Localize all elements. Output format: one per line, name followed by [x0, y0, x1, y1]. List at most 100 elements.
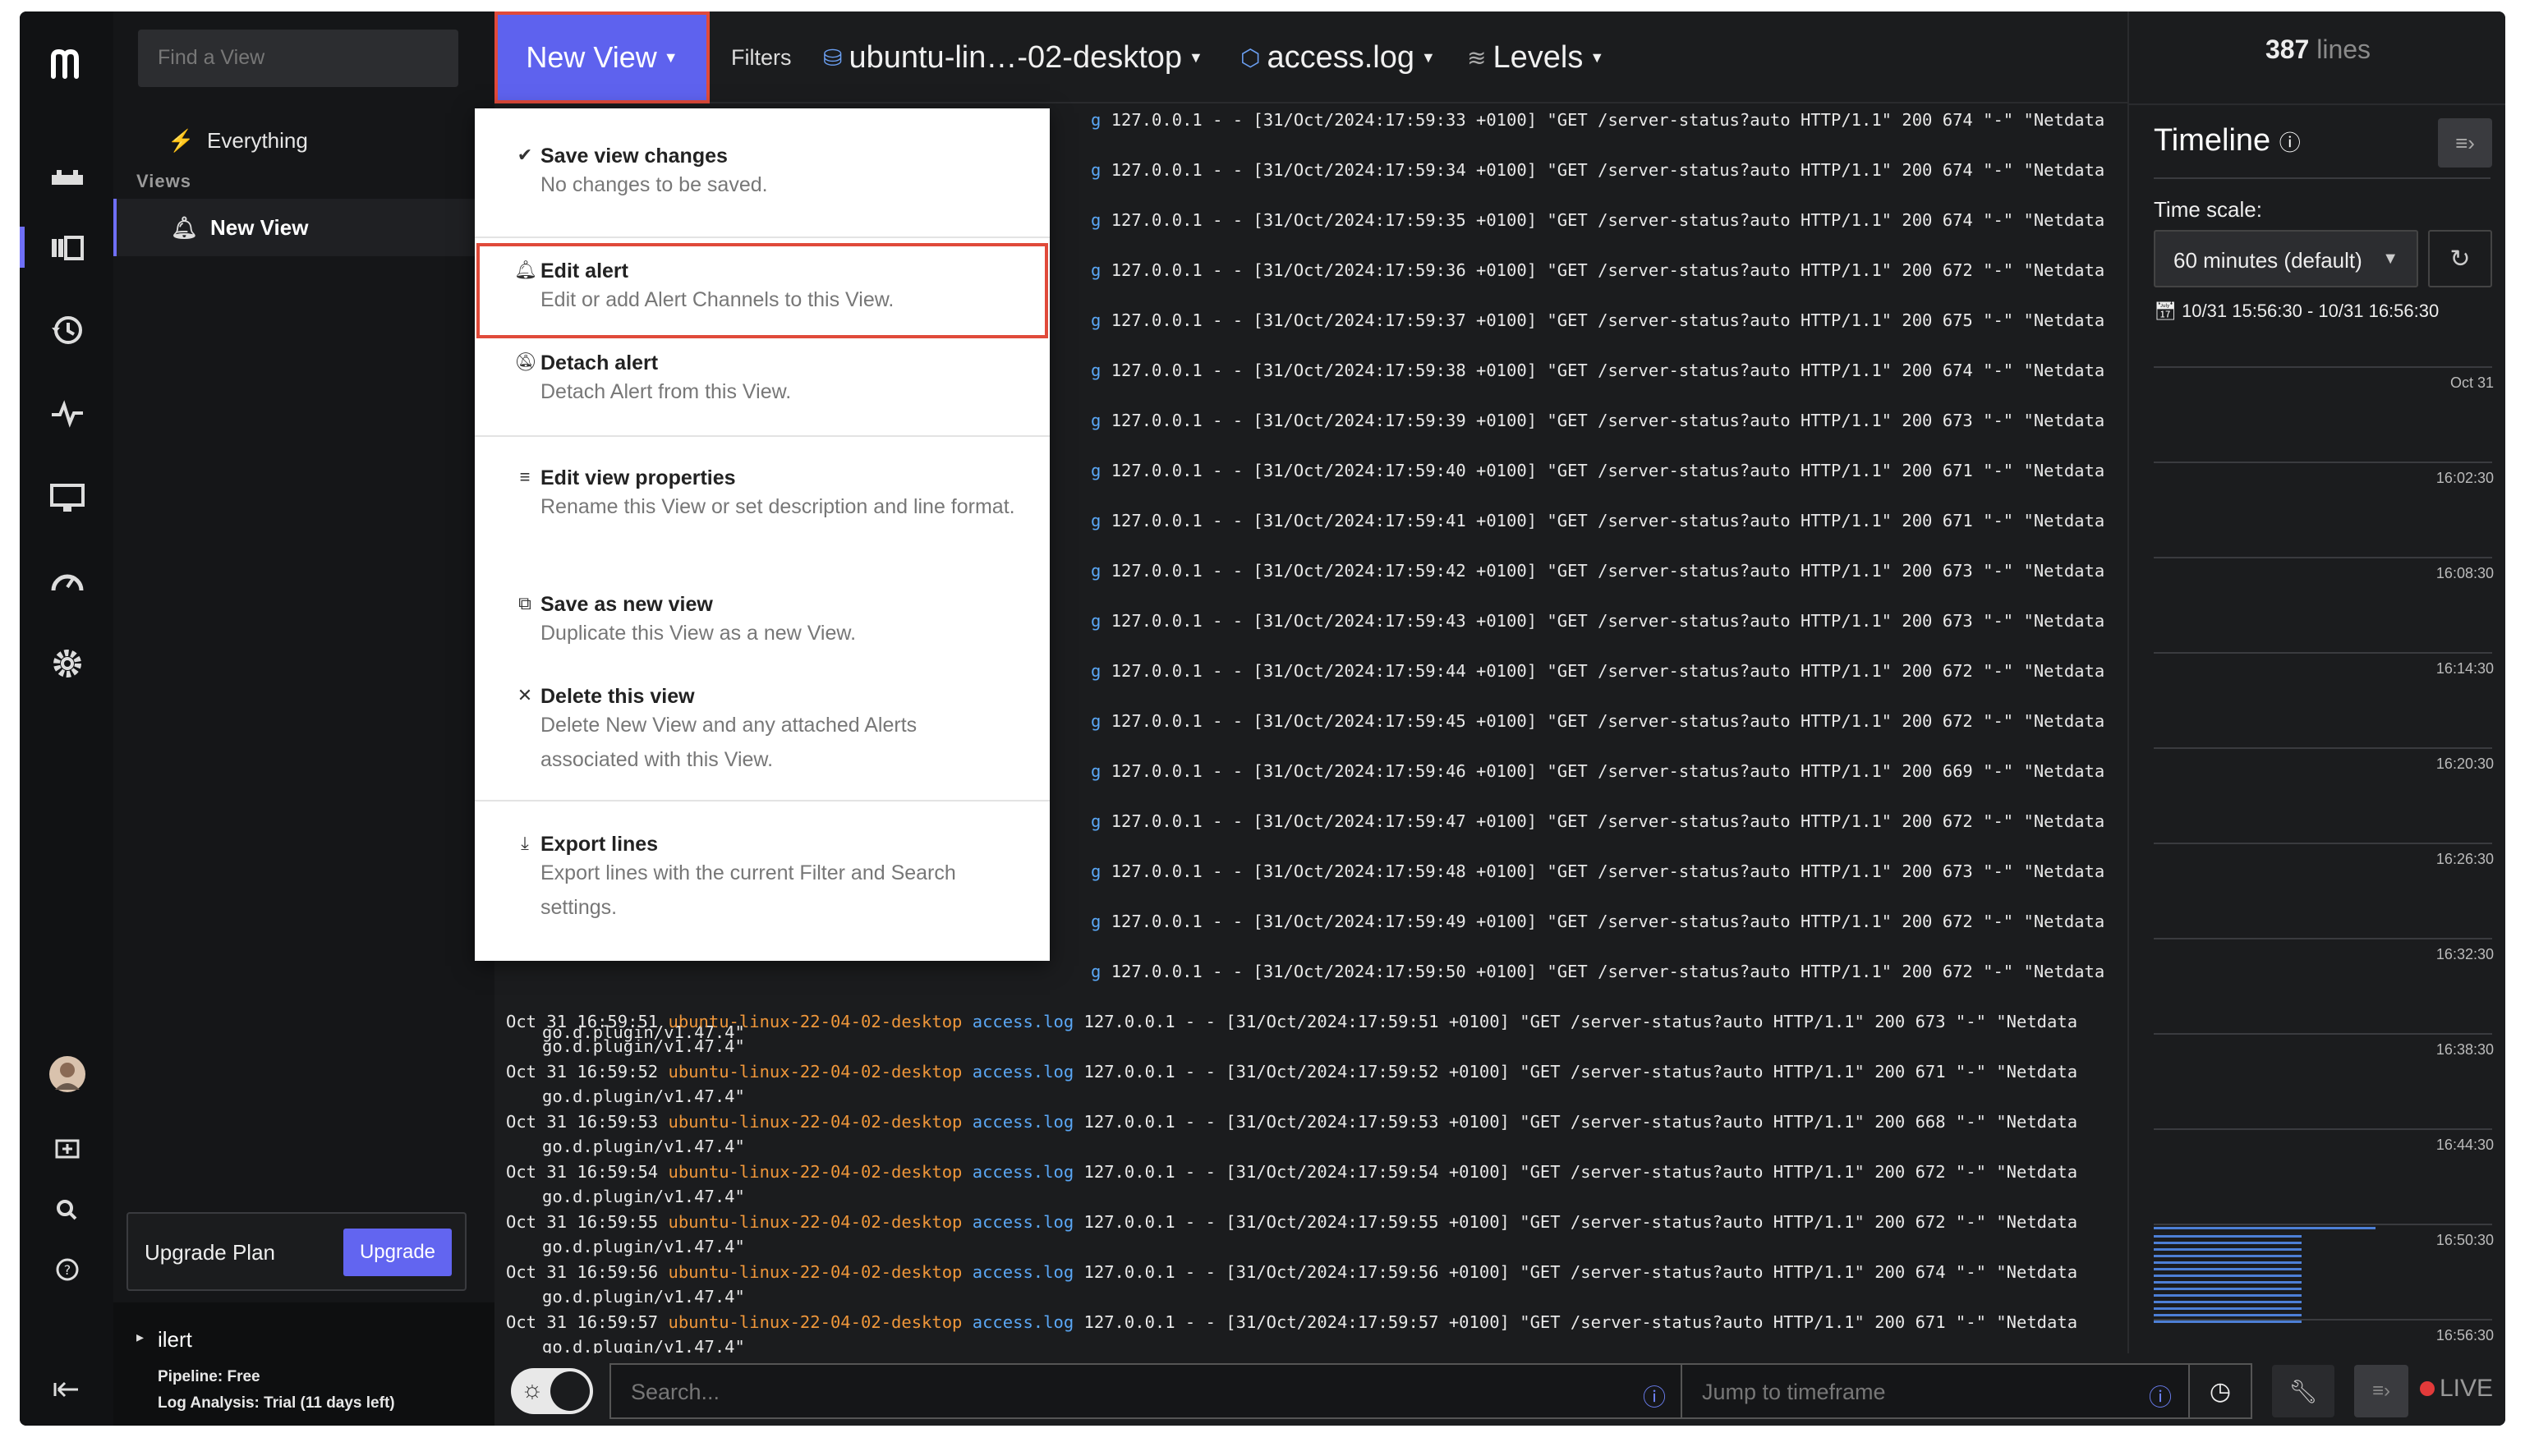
log-host[interactable]: ubuntu-linux-22-04-02-desktop: [668, 1312, 962, 1332]
log-row[interactable]: g 127.0.0.1 - - [31/Oct/2024:17:59:42 +0…: [1091, 561, 2127, 581]
refresh-button[interactable]: ↻: [2428, 230, 2492, 287]
log-host[interactable]: ubuntu-linux-22-04-02-desktop: [668, 1212, 962, 1232]
log-truncated-prefix: g: [1091, 711, 1102, 731]
views-heading: Views: [136, 171, 191, 191]
views-icon[interactable]: [44, 225, 90, 271]
log-row[interactable]: Oct 31 16:59:52 ubuntu-linux-22-04-02-de…: [506, 1062, 2127, 1082]
menu-item-edit-view-properties[interactable]: ≡ Edit view properties Rename this View or…: [475, 453, 1050, 532]
list-icon: ≡: [519, 466, 531, 487]
app-filter[interactable]: ⬡ access.log ▼: [1240, 11, 1436, 103]
filters-label: Filters: [731, 44, 792, 70]
log-row[interactable]: Oct 31 16:59:55 ubuntu-linux-22-04-02-de…: [506, 1212, 2127, 1232]
timeline-bar: [2154, 1314, 2302, 1316]
log-message: 127.0.0.1 - - [31/Oct/2024:17:59:44 +010…: [1111, 661, 2105, 681]
menu-item-delete-view[interactable]: ✕ Delete this view Delete New View and any…: [475, 672, 1050, 771]
collapse-sidebar-icon[interactable]: [44, 1366, 90, 1412]
timeline-toggle-button[interactable]: ≡›: [2438, 118, 2492, 168]
tools-button[interactable]: 🔧︎: [2272, 1365, 2334, 1417]
theme-toggle[interactable]: ☼: [511, 1368, 593, 1414]
time-scale-select[interactable]: 60 minutes (default) ▼: [2154, 230, 2418, 287]
list-icon: ≡›: [2372, 1380, 2390, 1402]
timeline-gridline: [2154, 557, 2492, 558]
log-row[interactable]: g 127.0.0.1 - - [31/Oct/2024:17:59:40 +0…: [1091, 461, 2127, 480]
log-app[interactable]: access.log: [973, 1012, 1074, 1031]
menu-divider: [475, 435, 1050, 437]
help-icon[interactable]: ?: [44, 1247, 90, 1293]
time-scale-value: 60 minutes (default): [2173, 248, 2362, 273]
activity-icon[interactable]: [44, 391, 90, 437]
log-row[interactable]: g 127.0.0.1 - - [31/Oct/2024:17:59:46 +0…: [1091, 761, 2127, 781]
timeline-panel-button[interactable]: ≡›: [2354, 1365, 2408, 1417]
upgrade-button[interactable]: Upgrade: [343, 1229, 452, 1276]
log-app[interactable]: access.log: [973, 1062, 1074, 1082]
log-row[interactable]: g 127.0.0.1 - - [31/Oct/2024:17:59:50 +0…: [1091, 962, 2127, 981]
log-row[interactable]: g 127.0.0.1 - - [31/Oct/2024:17:59:44 +0…: [1091, 661, 2127, 681]
log-row[interactable]: g 127.0.0.1 - - [31/Oct/2024:17:59:36 +0…: [1091, 260, 2127, 280]
log-row[interactable]: g 127.0.0.1 - - [31/Oct/2024:17:59:47 +0…: [1091, 811, 2127, 831]
log-row[interactable]: g 127.0.0.1 - - [31/Oct/2024:17:59:49 +0…: [1091, 912, 2127, 931]
pipeline-icon[interactable]: [44, 156, 90, 202]
help-icon[interactable]: ⓘ: [2279, 131, 2301, 155]
log-row[interactable]: g 127.0.0.1 - - [31/Oct/2024:17:59:39 +0…: [1091, 411, 2127, 430]
history-icon[interactable]: [44, 307, 90, 353]
log-truncated-prefix: g: [1091, 962, 1102, 981]
log-row[interactable]: Oct 31 16:59:53 ubuntu-linux-22-04-02-de…: [506, 1112, 2127, 1132]
log-host[interactable]: ubuntu-linux-22-04-02-desktop: [668, 1112, 962, 1132]
log-message: 127.0.0.1 - - [31/Oct/2024:17:59:43 +010…: [1111, 611, 2105, 631]
monitor-icon[interactable]: [44, 475, 90, 521]
log-row[interactable]: g 127.0.0.1 - - [31/Oct/2024:17:59:37 +0…: [1091, 310, 2127, 330]
log-row[interactable]: Oct 31 16:59:51 ubuntu-linux-22-04-02-de…: [506, 1012, 2127, 1031]
menu-item-export-lines[interactable]: ⤓ Export lines Export lines with the curre…: [475, 820, 1050, 919]
search-input[interactable]: Search... ⓘ: [609, 1363, 1682, 1419]
view-menu-button[interactable]: New View ▼: [494, 11, 710, 103]
settings-gear-icon[interactable]: [44, 641, 90, 687]
time-picker-button[interactable]: ◷: [2188, 1363, 2252, 1419]
log-row[interactable]: g 127.0.0.1 - - [31/Oct/2024:17:59:35 +0…: [1091, 210, 2127, 230]
log-host[interactable]: ubuntu-linux-22-04-02-desktop: [668, 1012, 962, 1031]
user-avatar[interactable]: [44, 1051, 90, 1097]
organization-name[interactable]: ilert: [158, 1327, 192, 1353]
log-app[interactable]: access.log: [973, 1212, 1074, 1232]
live-dot-icon: [2420, 1381, 2435, 1396]
log-host[interactable]: ubuntu-linux-22-04-02-desktop: [668, 1162, 962, 1182]
find-view-input[interactable]: Find a View: [138, 30, 458, 87]
log-row[interactable]: g 127.0.0.1 - - [31/Oct/2024:17:59:41 +0…: [1091, 511, 2127, 530]
mezmo-logo-icon[interactable]: [44, 41, 90, 87]
log-row[interactable]: Oct 31 16:59:57 ubuntu-linux-22-04-02-de…: [506, 1312, 2127, 1332]
sidebar-item-everything[interactable]: ⚡ Everything: [113, 112, 494, 169]
log-host[interactable]: ubuntu-linux-22-04-02-desktop: [668, 1262, 962, 1282]
log-row[interactable]: g 127.0.0.1 - - [31/Oct/2024:17:59:45 +0…: [1091, 711, 2127, 731]
levels-filter[interactable]: ≋ Levels ▼: [1467, 11, 1604, 103]
menu-item-save-as-new-view[interactable]: ⧉ Save as new view Duplicate this View as …: [475, 580, 1050, 659]
menu-item-title: Delete this view: [540, 685, 695, 708]
organization-panel[interactable]: ▸ ilert Pipeline: Free Log Analysis: Tri…: [113, 1302, 494, 1426]
log-row[interactable]: g 127.0.0.1 - - [31/Oct/2024:17:59:33 +0…: [1091, 110, 2127, 130]
bell-off-icon: 🔕︎: [514, 351, 537, 372]
add-source-icon[interactable]: [44, 1127, 90, 1173]
timeline-title: Timeline ⓘ: [2154, 123, 2301, 158]
search-help-icon[interactable]: ⓘ: [1643, 1380, 1666, 1412]
sidebar-item-new-view[interactable]: 🔔︎ New View: [113, 199, 494, 256]
jump-to-timeframe-input[interactable]: Jump to timeframe ⓘ: [1681, 1363, 2190, 1419]
log-app[interactable]: access.log: [973, 1312, 1074, 1332]
search-icon[interactable]: [44, 1187, 90, 1233]
log-row[interactable]: Oct 31 16:59:56 ubuntu-linux-22-04-02-de…: [506, 1262, 2127, 1282]
timeline-tick-label: 16:26:30: [2435, 851, 2494, 867]
log-message: 127.0.0.1 - - [31/Oct/2024:17:59:49 +010…: [1111, 912, 2105, 931]
log-row[interactable]: g 127.0.0.1 - - [31/Oct/2024:17:59:38 +0…: [1091, 361, 2127, 380]
log-row[interactable]: g 127.0.0.1 - - [31/Oct/2024:17:59:48 +0…: [1091, 861, 2127, 881]
log-app[interactable]: access.log: [973, 1262, 1074, 1282]
jump-help-icon[interactable]: ⓘ: [2149, 1380, 2172, 1412]
menu-item-detach-alert[interactable]: 🔕︎ Detach alert Detach Alert from this Vie…: [475, 338, 1050, 417]
source-filter[interactable]: ⛁ ubuntu-lin…-02-desktop ▼: [823, 11, 1203, 103]
log-row[interactable]: Oct 31 16:59:54 ubuntu-linux-22-04-02-de…: [506, 1162, 2127, 1182]
log-row[interactable]: g 127.0.0.1 - - [31/Oct/2024:17:59:34 +0…: [1091, 160, 2127, 180]
dashboard-gauge-icon[interactable]: [44, 558, 90, 604]
download-icon: ⤓: [521, 833, 529, 853]
log-row[interactable]: g 127.0.0.1 - - [31/Oct/2024:17:59:43 +0…: [1091, 611, 2127, 631]
log-app[interactable]: access.log: [973, 1162, 1074, 1182]
log-host[interactable]: ubuntu-linux-22-04-02-desktop: [668, 1062, 962, 1082]
log-row-continuation: go.d.plugin/v1.47.4": [542, 1137, 745, 1156]
log-app[interactable]: access.log: [973, 1112, 1074, 1132]
live-button[interactable]: LIVE: [2420, 1375, 2493, 1403]
